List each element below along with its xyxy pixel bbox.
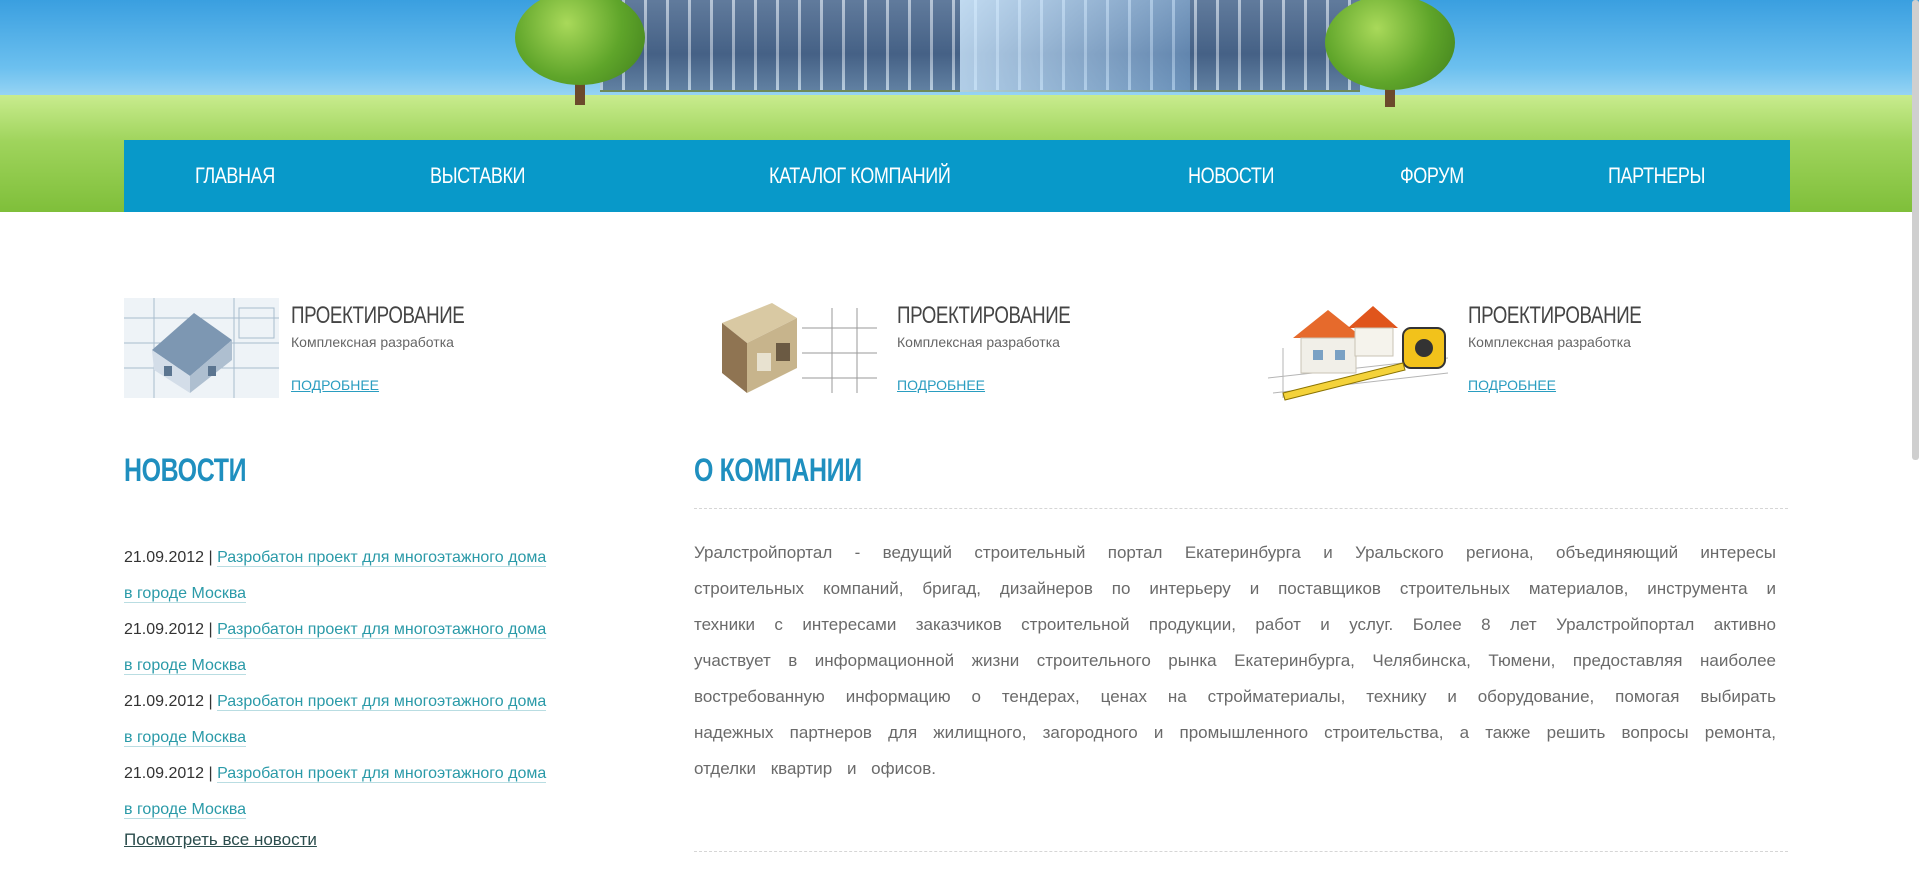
- service-title: ПРОЕКТИРОВАНИЕ: [1468, 302, 1642, 329]
- news-item: 21.09.2012 | Разробатон проект для много…: [124, 684, 554, 756]
- news-separator: |: [204, 549, 218, 566]
- news-date: 21.09.2012: [124, 621, 205, 638]
- office-building-image: [600, 0, 1360, 92]
- about-text: Уралстройпортал - ведущий строительный п…: [694, 543, 1776, 778]
- service-subtitle: Комплексная разработка: [897, 334, 1060, 350]
- house-blueprint-image: [124, 298, 279, 398]
- nav-item-forum[interactable]: ФОРУМ: [1400, 140, 1464, 212]
- nav-item-company-catalog[interactable]: КАТАЛОГ КОМПАНИЙ: [769, 140, 951, 212]
- service-more-link[interactable]: ПОДРОБНЕЕ: [1468, 377, 1556, 393]
- scrollbar[interactable]: [1912, 0, 1919, 460]
- nav-item-home[interactable]: ГЛАВНАЯ: [195, 140, 275, 212]
- news-separator: |: [204, 621, 218, 638]
- news-separator: |: [204, 765, 218, 782]
- nav-item-news[interactable]: НОВОСТИ: [1188, 140, 1274, 212]
- service-title: ПРОЕКТИРОВАНИЕ: [897, 302, 1071, 329]
- about-divider-top: [694, 508, 1788, 509]
- news-separator: |: [204, 693, 218, 710]
- nav-item-partners[interactable]: ПАРТНЕРЫ: [1608, 140, 1705, 212]
- service-card: ПРОЕКТИРОВАНИЕ Комплексная разработка ПО…: [1263, 298, 1743, 408]
- interior-plan-image: [712, 298, 882, 398]
- service-subtitle: Комплексная разработка: [1468, 334, 1631, 350]
- service-more-link[interactable]: ПОДРОБНЕЕ: [291, 377, 379, 393]
- news-item: 21.09.2012 | Разробатон проект для много…: [124, 612, 554, 684]
- house-tape-measure-image: [1263, 298, 1453, 408]
- main-nav: ГЛАВНАЯ ВЫСТАВКИ КАТАЛОГ КОМПАНИЙ НОВОСТ…: [124, 140, 1790, 212]
- all-news-link[interactable]: Посмотреть все новости: [124, 830, 317, 850]
- news-date: 21.09.2012: [124, 765, 205, 782]
- news-date: 21.09.2012: [124, 549, 205, 566]
- news-item: 21.09.2012 | Разробатон проект для много…: [124, 756, 554, 828]
- news-section-title: НОВОСТИ: [124, 452, 247, 488]
- service-title: ПРОЕКТИРОВАНИЕ: [291, 302, 465, 329]
- service-card: ПРОЕКТИРОВАНИЕ Комплексная разработка ПО…: [712, 298, 1192, 408]
- nav-item-exhibitions[interactable]: ВЫСТАВКИ: [430, 140, 526, 212]
- news-item: 21.09.2012 | Разробатон проект для много…: [124, 540, 554, 612]
- news-date: 21.09.2012: [124, 693, 205, 710]
- service-subtitle: Комплексная разработка: [291, 334, 454, 350]
- about-divider-bottom: [694, 851, 1788, 852]
- about-section-title: О КОМПАНИИ: [694, 452, 862, 488]
- tree-left-image: [515, 0, 645, 110]
- service-card: ПРОЕКТИРОВАНИЕ Комплексная разработка ПО…: [124, 298, 604, 408]
- news-list: 21.09.2012 | Разробатон проект для много…: [124, 540, 554, 828]
- service-more-link[interactable]: ПОДРОБНЕЕ: [897, 377, 985, 393]
- tree-right-image: [1325, 0, 1455, 110]
